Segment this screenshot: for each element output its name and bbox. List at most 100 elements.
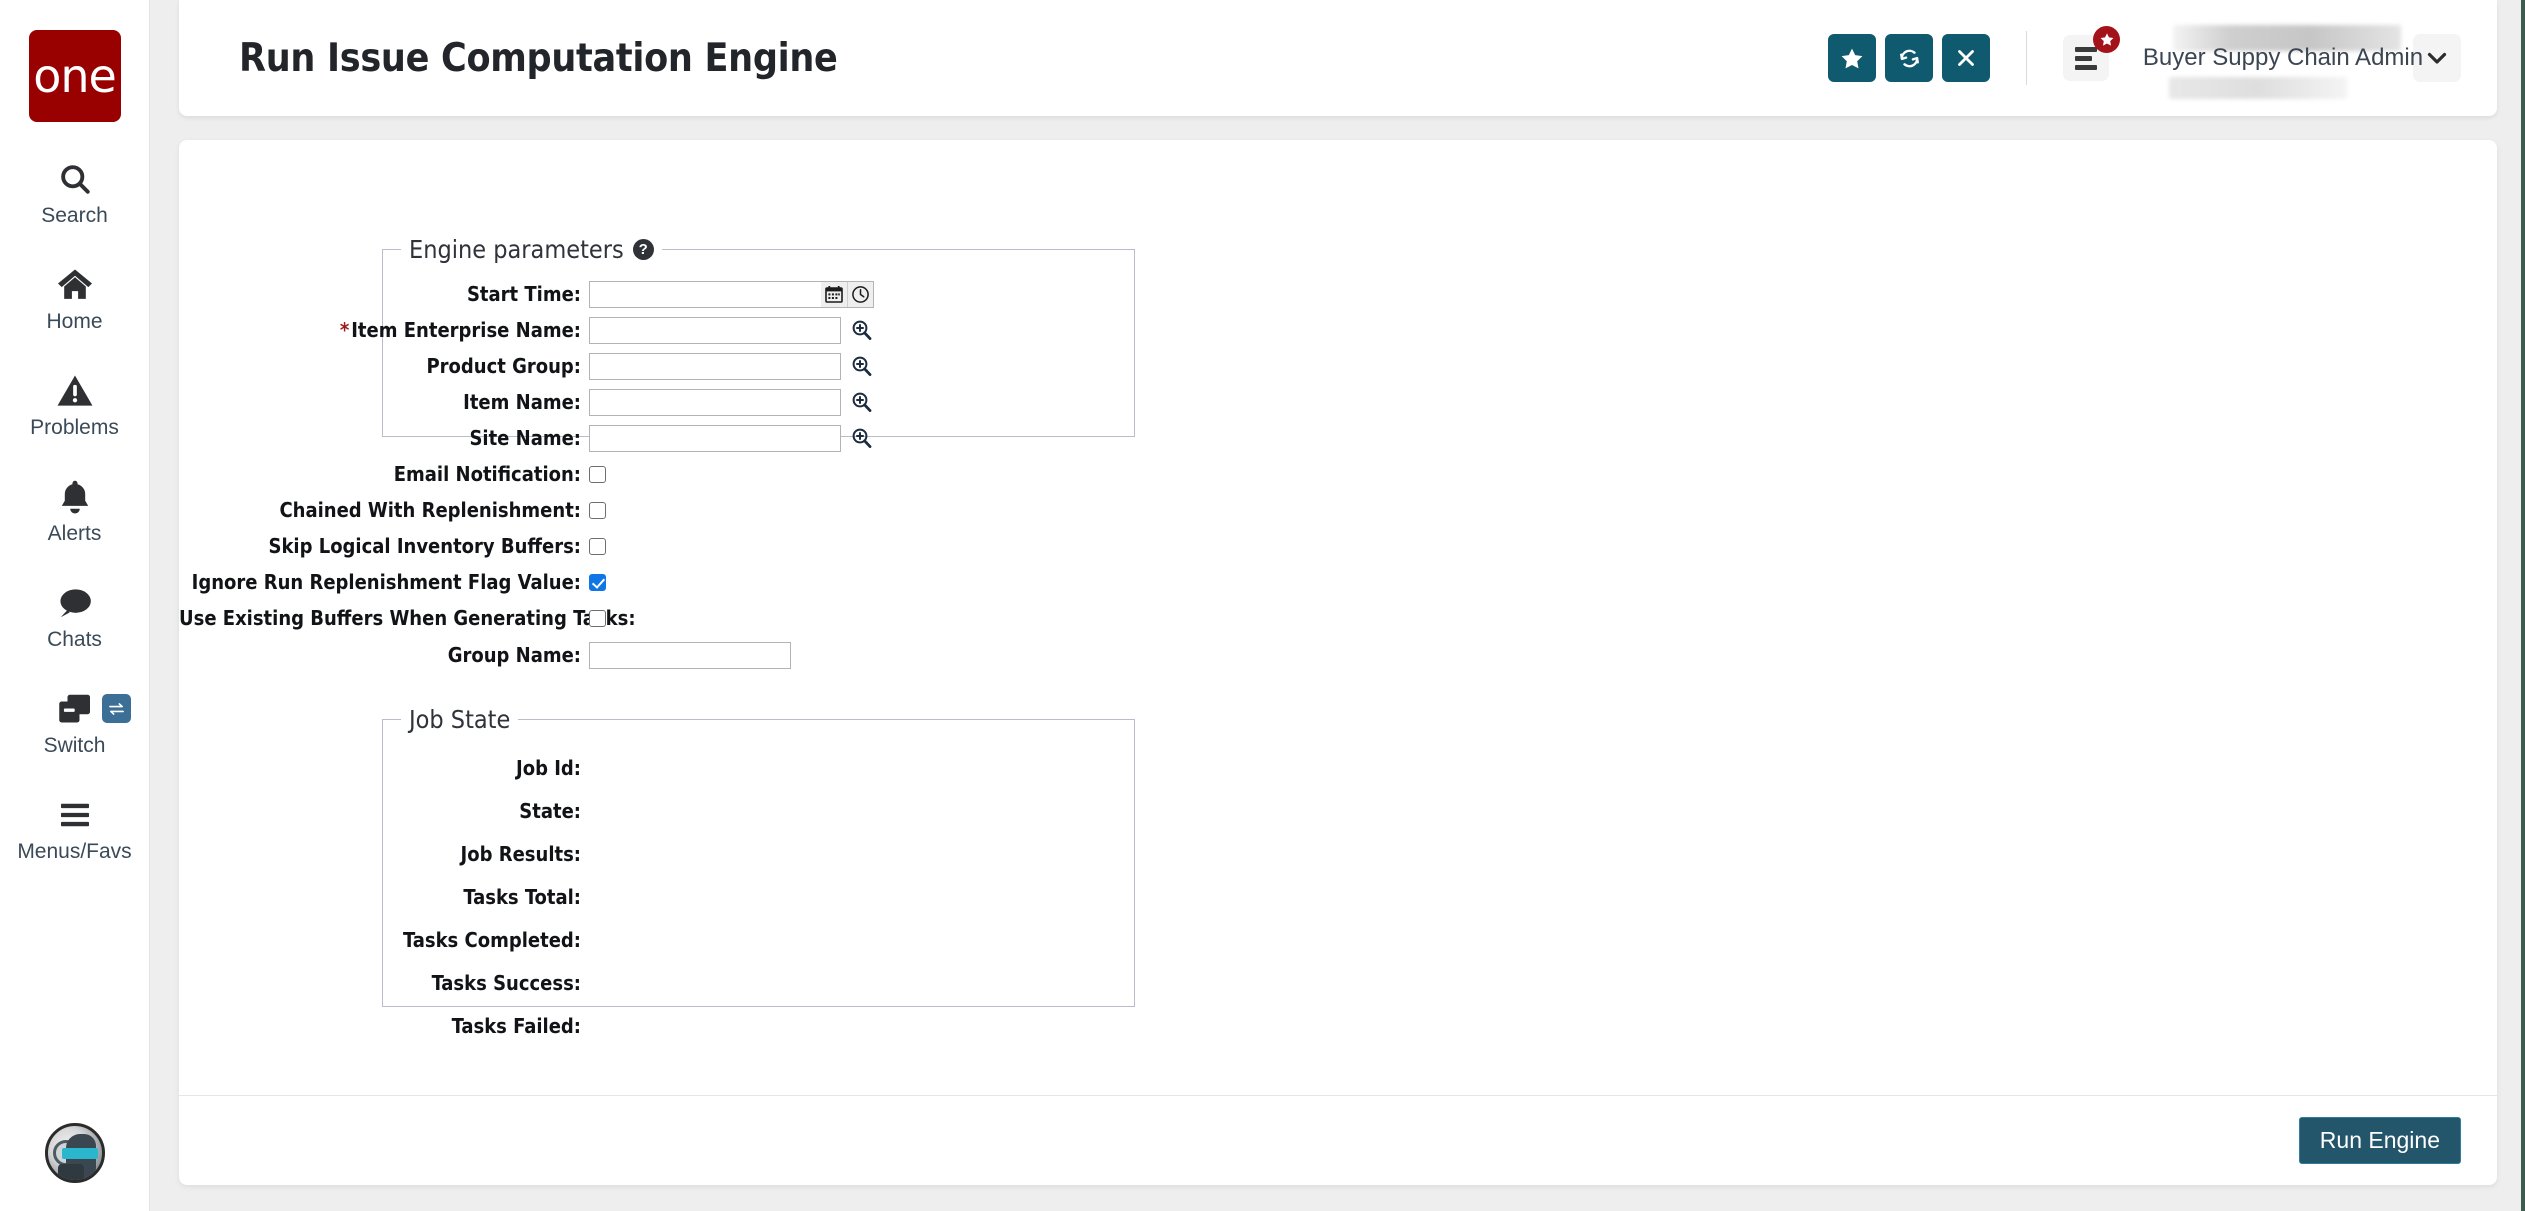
field-row-item-enterprise-name: * Item Enterprise Name: — [179, 312, 2497, 348]
run-engine-button[interactable]: Run Engine — [2298, 1117, 2461, 1164]
field-row-use-existing-buffers: Use Existing Buffers When Generating Tas… — [179, 600, 2497, 636]
favorite-button[interactable] — [1828, 34, 1876, 82]
ignore-run-replenishment-flag-value-checkbox[interactable] — [589, 573, 606, 591]
item-enterprise-name-input[interactable] — [589, 316, 841, 344]
item-name-input[interactable] — [589, 388, 841, 416]
sidebar-item-problems[interactable]: Problems — [0, 370, 150, 440]
field-row-ignore-run-replenishment-flag-value: Ignore Run Replenishment Flag Value: — [179, 564, 2497, 600]
use-existing-buffers-when-generating-tasks-checkbox[interactable] — [589, 609, 606, 627]
field-row-start-time: Start Time: — [179, 276, 2497, 312]
chat-bubble-icon — [56, 582, 94, 624]
field-row-chained-with-replenishment: Chained With Replenishment: — [179, 492, 2497, 528]
bell-icon — [58, 476, 92, 518]
job-state-row-job-results: Job Results: — [179, 832, 2497, 875]
sidebar-item-label-search: Search — [41, 204, 108, 227]
label-group-name: Group Name: — [447, 643, 581, 667]
redacted-bar-bottom — [2169, 77, 2347, 99]
product-group-lookup-button[interactable] — [850, 354, 872, 378]
close-button[interactable] — [1942, 34, 1990, 82]
label-product-group: Product Group: — [426, 354, 581, 378]
search-icon — [57, 158, 93, 200]
clock-icon — [852, 285, 869, 303]
page-title: Run Issue Computation Engine — [239, 35, 838, 81]
avatar-visor — [62, 1148, 98, 1159]
avatar-body — [58, 1164, 84, 1180]
product-group-input[interactable] — [589, 352, 841, 380]
header-actions: Buyer Suppy Chain Admin — [1828, 19, 2497, 99]
user-name: Buyer Suppy Chain Admin — [2142, 44, 2424, 71]
avatar[interactable] — [45, 1123, 105, 1183]
refresh-icon — [1899, 49, 1919, 67]
header-divider — [2026, 31, 2027, 85]
label-start-time: Start Time: — [466, 282, 581, 306]
site-name-lookup-button[interactable] — [850, 426, 872, 450]
label-item-enterprise-name-text: Item Enterprise Name: — [351, 318, 581, 342]
warning-triangle-icon — [56, 370, 94, 412]
chained-with-replenishment-checkbox[interactable] — [589, 501, 606, 519]
brand-logo-text: one — [33, 49, 117, 103]
start-time-input[interactable] — [589, 280, 821, 308]
main-panel: Engine parameters ? Start Time: * Item E… — [179, 140, 2497, 1185]
start-time-control — [589, 280, 874, 308]
field-row-email-notification: Email Notification: — [179, 456, 2497, 492]
label-ignore-run-replenishment-flag-value: Ignore Run Replenishment Flag Value: — [191, 570, 581, 594]
required-asterisk: * — [339, 318, 350, 342]
item-enterprise-name-lookup-button[interactable] — [850, 318, 872, 342]
sidebar-item-label-problems: Problems — [30, 416, 119, 439]
hamburger-icon — [58, 794, 92, 836]
form-area: Engine parameters ? Start Time: * Item E… — [179, 140, 2497, 1095]
label-tasks-completed: Tasks Completed: — [403, 927, 581, 952]
label-state: State: — [519, 798, 581, 823]
right-edge-strip — [2521, 0, 2525, 1211]
group-name-input[interactable] — [589, 641, 791, 669]
label-item-enterprise-name: * Item Enterprise Name: — [179, 318, 589, 342]
label-tasks-total: Tasks Total: — [463, 884, 581, 909]
sidebar-item-chats[interactable]: Chats — [0, 582, 150, 652]
item-name-lookup-button[interactable] — [850, 390, 872, 414]
chevron-down-icon — [2427, 52, 2447, 64]
user-profile[interactable]: Buyer Suppy Chain Admin — [2143, 19, 2423, 99]
calendar-picker-button[interactable] — [821, 282, 847, 307]
sidebar-item-label-menus-favs: Menus/Favs — [17, 840, 132, 863]
swap-arrows-icon[interactable] — [101, 694, 131, 723]
sidebar-item-home[interactable]: Home — [0, 264, 150, 334]
sidebar-item-search[interactable]: Search — [0, 158, 150, 228]
magnifier-plus-icon — [852, 320, 871, 341]
home-icon — [56, 264, 94, 306]
job-state-row-state: State: — [179, 789, 2497, 832]
label-item-name: Item Name: — [463, 390, 581, 414]
job-state-row-tasks-total: Tasks Total: — [179, 875, 2497, 918]
label-tasks-failed: Tasks Failed: — [451, 1013, 581, 1038]
refresh-button[interactable] — [1885, 34, 1933, 82]
skip-logical-inventory-buffers-checkbox[interactable] — [589, 537, 606, 555]
menu-list-icon — [2075, 46, 2097, 70]
sidebar-item-alerts[interactable]: Alerts — [0, 476, 150, 546]
page-header: Run Issue Computation Engine Buyer Suppy… — [179, 0, 2497, 116]
engine-parameters-legend: Engine parameters ? — [401, 235, 662, 264]
label-job-id: Job Id: — [516, 755, 581, 780]
sidebar-item-menus-favs[interactable]: Menus/Favs — [0, 794, 150, 864]
help-circle-icon[interactable]: ? — [632, 239, 654, 260]
engine-parameters-rows: Start Time: * Item Enterprise Name: Prod… — [179, 276, 2497, 674]
job-state-legend: Job State — [401, 705, 518, 734]
menu-favorites-button[interactable] — [2063, 26, 2120, 81]
email-notification-checkbox[interactable] — [589, 465, 606, 483]
sidebar-item-switch[interactable]: Switch — [0, 688, 150, 758]
card-footer: Run Engine — [179, 1095, 2497, 1185]
field-row-skip-logical-inventory-buffers: Skip Logical Inventory Buffers: — [179, 528, 2497, 564]
field-row-site-name: Site Name: — [179, 420, 2497, 456]
sidebar-item-label-home: Home — [46, 310, 103, 333]
site-name-input[interactable] — [589, 424, 841, 452]
star-icon — [2100, 33, 2113, 46]
label-use-existing-buffers-when-generating-tasks: Use Existing Buffers When Generating Tas… — [179, 606, 636, 630]
label-skip-logical-inventory-buffers: Skip Logical Inventory Buffers: — [268, 534, 582, 558]
magnifier-plus-icon — [852, 428, 871, 449]
brand-logo[interactable]: one — [28, 30, 121, 122]
time-picker-button[interactable] — [847, 281, 873, 307]
label-email-notification: Email Notification: — [393, 462, 581, 486]
field-row-item-name: Item Name: — [179, 384, 2497, 420]
job-state-row-tasks-completed: Tasks Completed: — [179, 918, 2497, 961]
star-icon — [1841, 48, 1863, 68]
header-button-group — [1828, 34, 1990, 82]
windows-stack-icon — [57, 688, 93, 730]
